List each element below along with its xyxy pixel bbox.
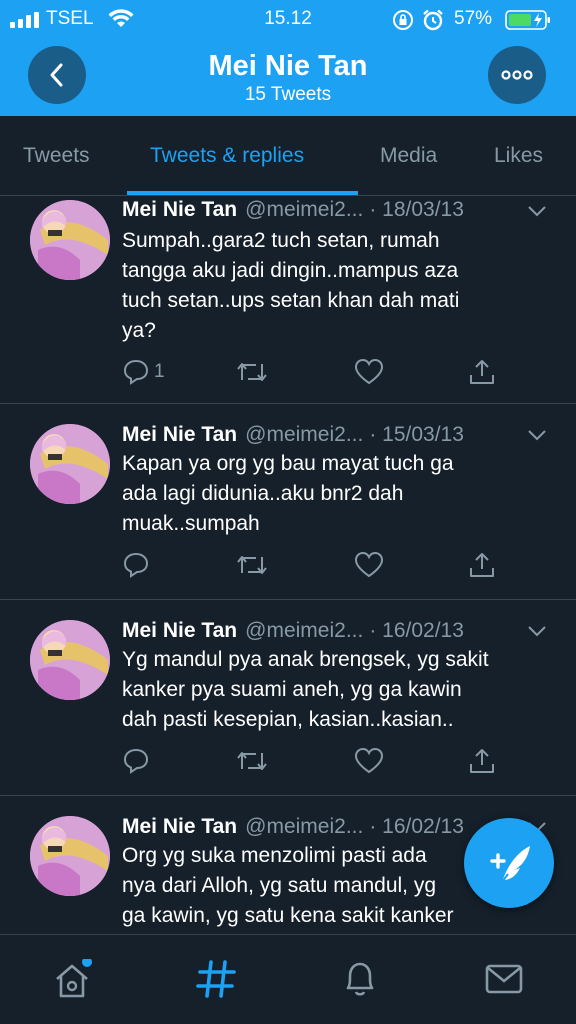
tab-media[interactable]: Media xyxy=(380,144,437,168)
tweet-text-line: dah pasti kesepian, kasian..kasian.. xyxy=(122,708,454,731)
author-handle[interactable]: @meimei2... xyxy=(245,619,363,642)
retweet-icon xyxy=(237,556,267,574)
avatar[interactable] xyxy=(30,200,110,280)
author-handle[interactable]: @meimei2... xyxy=(245,198,363,221)
battery-icon xyxy=(505,10,550,30)
alarm-clock-icon xyxy=(423,9,443,31)
tweet-text-line: muak..sumpah xyxy=(122,512,260,535)
tweet-text-line: Kapan ya org yg bau mayat tuch ga xyxy=(122,452,454,475)
tweet-header: Mei Nie Tan @meimei2... · 16/02/13 xyxy=(122,815,464,839)
retweet-button[interactable] xyxy=(236,357,268,387)
share-button[interactable] xyxy=(468,550,496,580)
avatar-image xyxy=(30,816,110,896)
reply-count: 1 xyxy=(154,361,165,382)
tweet-header: Mei Nie Tan @meimei2... · 15/03/13 xyxy=(122,423,464,447)
tweet-date: · 16/02/13 xyxy=(369,815,464,838)
tweet-text-line: tuch setan..ups setan khan dah mati xyxy=(122,289,460,312)
author-handle[interactable]: @meimei2... xyxy=(245,815,363,838)
retweet-icon xyxy=(237,363,267,381)
share-button[interactable] xyxy=(468,357,496,387)
share-icon xyxy=(470,553,494,577)
chevron-down-icon[interactable] xyxy=(527,428,547,442)
tweet-date: · 15/03/13 xyxy=(369,423,464,446)
active-tab-indicator xyxy=(127,191,358,195)
profile-tabs: Tweets Tweets & replies Media Likes xyxy=(0,116,576,196)
status-bar: TSEL 15.12 57% xyxy=(0,0,576,40)
tweet-text-line: ada lagi didunia..aku bnr2 dah xyxy=(122,482,404,505)
tweet-text: Yg mandul pya anak brengsek, yg sakit ka… xyxy=(122,645,562,735)
tweet[interactable]: Mei Nie Tan @meimei2... · 16/02/13 Yg mand… xyxy=(0,600,576,796)
reply-icon xyxy=(123,748,149,774)
nav-notifications[interactable] xyxy=(340,959,380,999)
tweet-header: Mei Nie Tan @meimei2... · 16/02/13 xyxy=(122,619,464,643)
tweet[interactable]: Mei Nie Tan @meimei2... · 15/03/13 Kapan y… xyxy=(0,404,576,600)
retweet-button[interactable] xyxy=(236,550,268,580)
author-name[interactable]: Mei Nie Tan xyxy=(122,619,237,642)
nav-messages[interactable] xyxy=(484,959,524,999)
tab-tweets-and-replies[interactable]: Tweets & replies xyxy=(150,144,304,168)
explore-hashtag-icon xyxy=(196,960,236,998)
tweet-date: · 16/02/13 xyxy=(369,619,464,642)
share-icon xyxy=(470,749,494,773)
compose-tweet-button[interactable] xyxy=(464,818,554,908)
reply-icon xyxy=(123,552,149,578)
chevron-down-icon[interactable] xyxy=(527,624,547,638)
tab-likes[interactable]: Likes xyxy=(494,144,543,168)
avatar-image xyxy=(30,200,110,280)
avatar-image xyxy=(30,620,110,700)
tweet-text-line: ya? xyxy=(122,319,156,342)
tweet-text: Sumpah..gara2 tuch setan, rumah tangga a… xyxy=(122,226,562,346)
bottom-navigation xyxy=(0,934,576,1024)
battery-percentage: 57% xyxy=(454,8,493,29)
tweet-date: · 18/03/13 xyxy=(369,198,464,221)
tweet-actions: 1 xyxy=(122,357,542,387)
reply-button[interactable] xyxy=(122,746,154,776)
tweet-text-line: Sumpah..gara2 tuch setan, rumah xyxy=(122,229,440,252)
retweet-icon xyxy=(237,752,267,770)
avatar[interactable] xyxy=(30,816,110,896)
tweet-count: 15 Tweets xyxy=(244,84,332,105)
tab-tweets[interactable]: Tweets xyxy=(23,144,90,168)
reply-icon xyxy=(123,359,149,385)
heart-icon xyxy=(354,551,384,578)
like-button[interactable] xyxy=(354,357,384,387)
avatar-image xyxy=(30,424,110,504)
like-button[interactable] xyxy=(354,746,384,776)
tweet[interactable]: Mei Nie Tan @meimei2... · 18/03/13 Sumpah.… xyxy=(0,196,576,404)
like-button[interactable] xyxy=(354,550,384,580)
notification-badge xyxy=(82,957,92,967)
avatar[interactable] xyxy=(30,620,110,700)
compose-feather-icon xyxy=(490,846,530,883)
tweet-text-line: tangga aku jadi dingin..mampus aza xyxy=(122,259,459,282)
tweet-text-line: kanker pya suami aneh, yg ga kawin xyxy=(122,678,462,701)
heart-icon xyxy=(354,747,384,774)
rotation-lock-icon xyxy=(393,10,413,30)
avatar[interactable] xyxy=(30,424,110,504)
share-button[interactable] xyxy=(468,746,496,776)
tweet-actions xyxy=(122,550,542,580)
profile-header: TSEL 15.12 57% Mei Nie Tan 15 Tweets xyxy=(0,0,576,116)
author-name[interactable]: Mei Nie Tan xyxy=(122,815,237,838)
more-dots-icon xyxy=(501,70,533,80)
messages-envelope-icon xyxy=(485,964,523,994)
reply-button[interactable]: 1 xyxy=(122,357,165,387)
retweet-button[interactable] xyxy=(236,746,268,776)
tweet-actions xyxy=(122,746,542,776)
reply-button[interactable] xyxy=(122,550,154,580)
heart-icon xyxy=(354,358,384,385)
nav-home[interactable] xyxy=(52,957,92,999)
tweet-header: Mei Nie Tan @meimei2... · 18/03/13 xyxy=(122,198,464,222)
author-name[interactable]: Mei Nie Tan xyxy=(122,198,237,221)
home-icon xyxy=(56,957,92,998)
share-icon xyxy=(470,360,494,384)
nav-explore[interactable] xyxy=(196,959,236,999)
author-name[interactable]: Mei Nie Tan xyxy=(122,423,237,446)
notifications-bell-icon xyxy=(346,962,374,996)
chevron-down-icon[interactable] xyxy=(527,204,547,218)
tweet-text: Kapan ya org yg bau mayat tuch ga ada la… xyxy=(122,449,562,539)
more-options-button[interactable] xyxy=(488,46,546,104)
tweet-text-line: Yg mandul pya anak brengsek, yg sakit xyxy=(122,648,489,671)
author-handle[interactable]: @meimei2... xyxy=(245,423,363,446)
